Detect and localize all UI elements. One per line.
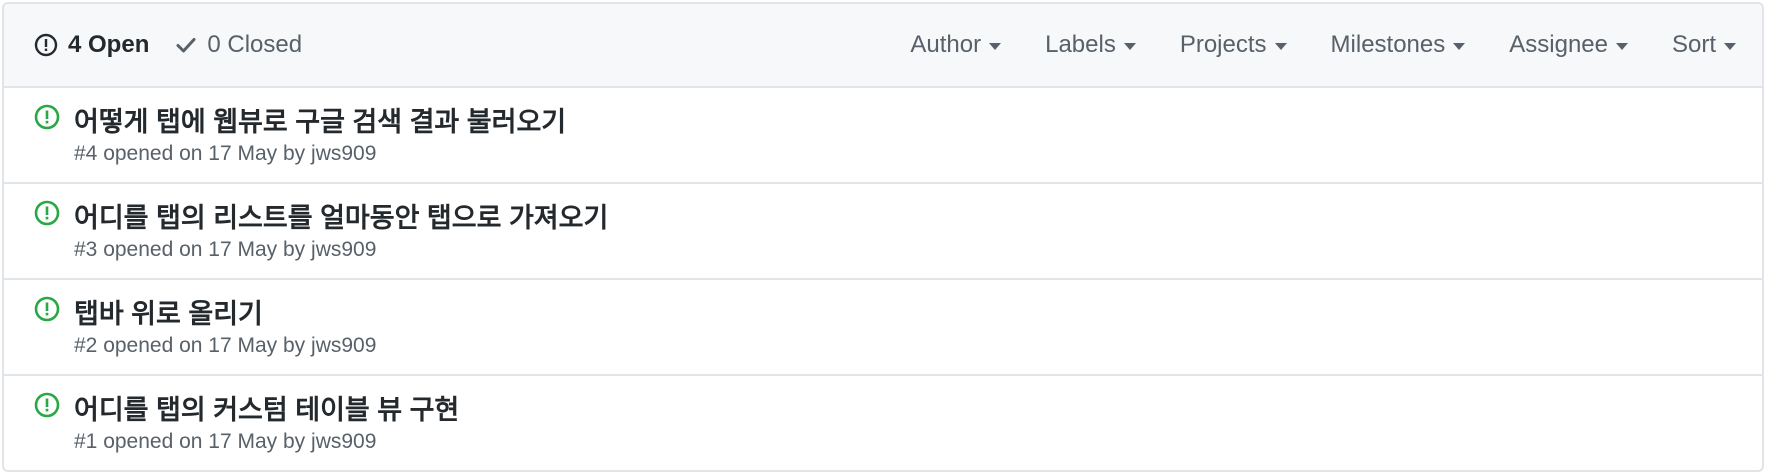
issue-meta-text: #1 opened on 17 May by [74,430,306,453]
issue-title-link[interactable]: 어디를 탭의 리스트를 얼마동안 탭으로 가져오기 [74,196,608,235]
issue-opened-icon [34,392,60,418]
caret-down-icon [1123,43,1136,50]
filter-bar: Author Labels Projects Milestones Assign… [866,4,1736,86]
issue-title-link[interactable]: 어떻게 탭에 웹뷰로 구글 검색 결과 불러오기 [74,100,566,139]
issue-row: 어디를 탭의 커스텀 테이블 뷰 구현 #1 opened on 17 May … [4,376,1762,470]
milestones-filter-dropdown[interactable]: Milestones [1331,31,1466,59]
caret-down-icon [1615,43,1628,50]
issue-meta: #3 opened on 17 May by jws909 [74,238,376,262]
issue-meta: #4 opened on 17 May by jws909 [74,142,376,166]
sort-label: Sort [1671,31,1716,58]
milestones-filter-label: Milestones [1330,31,1446,58]
issue-title-link[interactable]: 탭바 위로 올리기 [74,292,263,331]
closed-issues-toggle[interactable]: 0 Closed [175,31,302,59]
assignee-filter-label: Assignee [1509,31,1608,58]
issue-author-link[interactable]: jws909 [311,238,376,261]
issue-row: 어디를 탭의 리스트를 얼마동안 탭으로 가져오기 #3 opened on 1… [4,184,1762,280]
closed-count-label: 0 Closed [207,31,303,58]
issue-row: 탭바 위로 올리기 #2 opened on 17 May by jws909 [4,280,1762,376]
sort-dropdown[interactable]: Sort [1672,31,1736,59]
issue-author-link[interactable]: jws909 [311,142,376,165]
caret-down-icon [1724,43,1736,50]
issue-meta-text: #4 opened on 17 May by [74,142,306,165]
author-filter-dropdown[interactable]: Author [910,31,1002,59]
author-filter-label: Author [910,31,982,58]
issue-row: 어떻게 탭에 웹뷰로 구글 검색 결과 불러오기 #4 opened on 17… [4,88,1762,184]
issue-opened-icon [34,200,60,226]
projects-filter-dropdown[interactable]: Projects [1180,31,1287,59]
caret-down-icon [989,43,1002,50]
issue-opened-icon [34,296,60,322]
issue-meta: #2 opened on 17 May by jws909 [74,334,376,358]
issue-meta-text: #3 opened on 17 May by [74,238,306,261]
issue-meta-text: #2 opened on 17 May by [74,334,306,357]
issues-list-box: 4 Open 0 Closed Author Labels Projects M… [2,2,1764,472]
issue-title-link[interactable]: 어디를 탭의 커스텀 테이블 뷰 구현 [74,388,459,427]
issue-opened-icon [34,104,60,130]
caret-down-icon [1274,43,1287,50]
issues-list-header: 4 Open 0 Closed Author Labels Projects M… [4,4,1762,88]
open-issues-toggle[interactable]: 4 Open [34,31,149,59]
issue-author-link[interactable]: jws909 [311,334,376,357]
open-count-label: 4 Open [68,31,150,58]
issue-meta: #1 opened on 17 May by jws909 [74,430,376,454]
projects-filter-label: Projects [1179,31,1267,58]
labels-filter-dropdown[interactable]: Labels [1045,31,1136,59]
labels-filter-label: Labels [1045,31,1116,58]
issue-author-link[interactable]: jws909 [311,430,376,453]
issue-opened-icon [34,33,58,57]
assignee-filter-dropdown[interactable]: Assignee [1509,31,1628,59]
check-icon [176,38,196,53]
caret-down-icon [1453,43,1466,50]
